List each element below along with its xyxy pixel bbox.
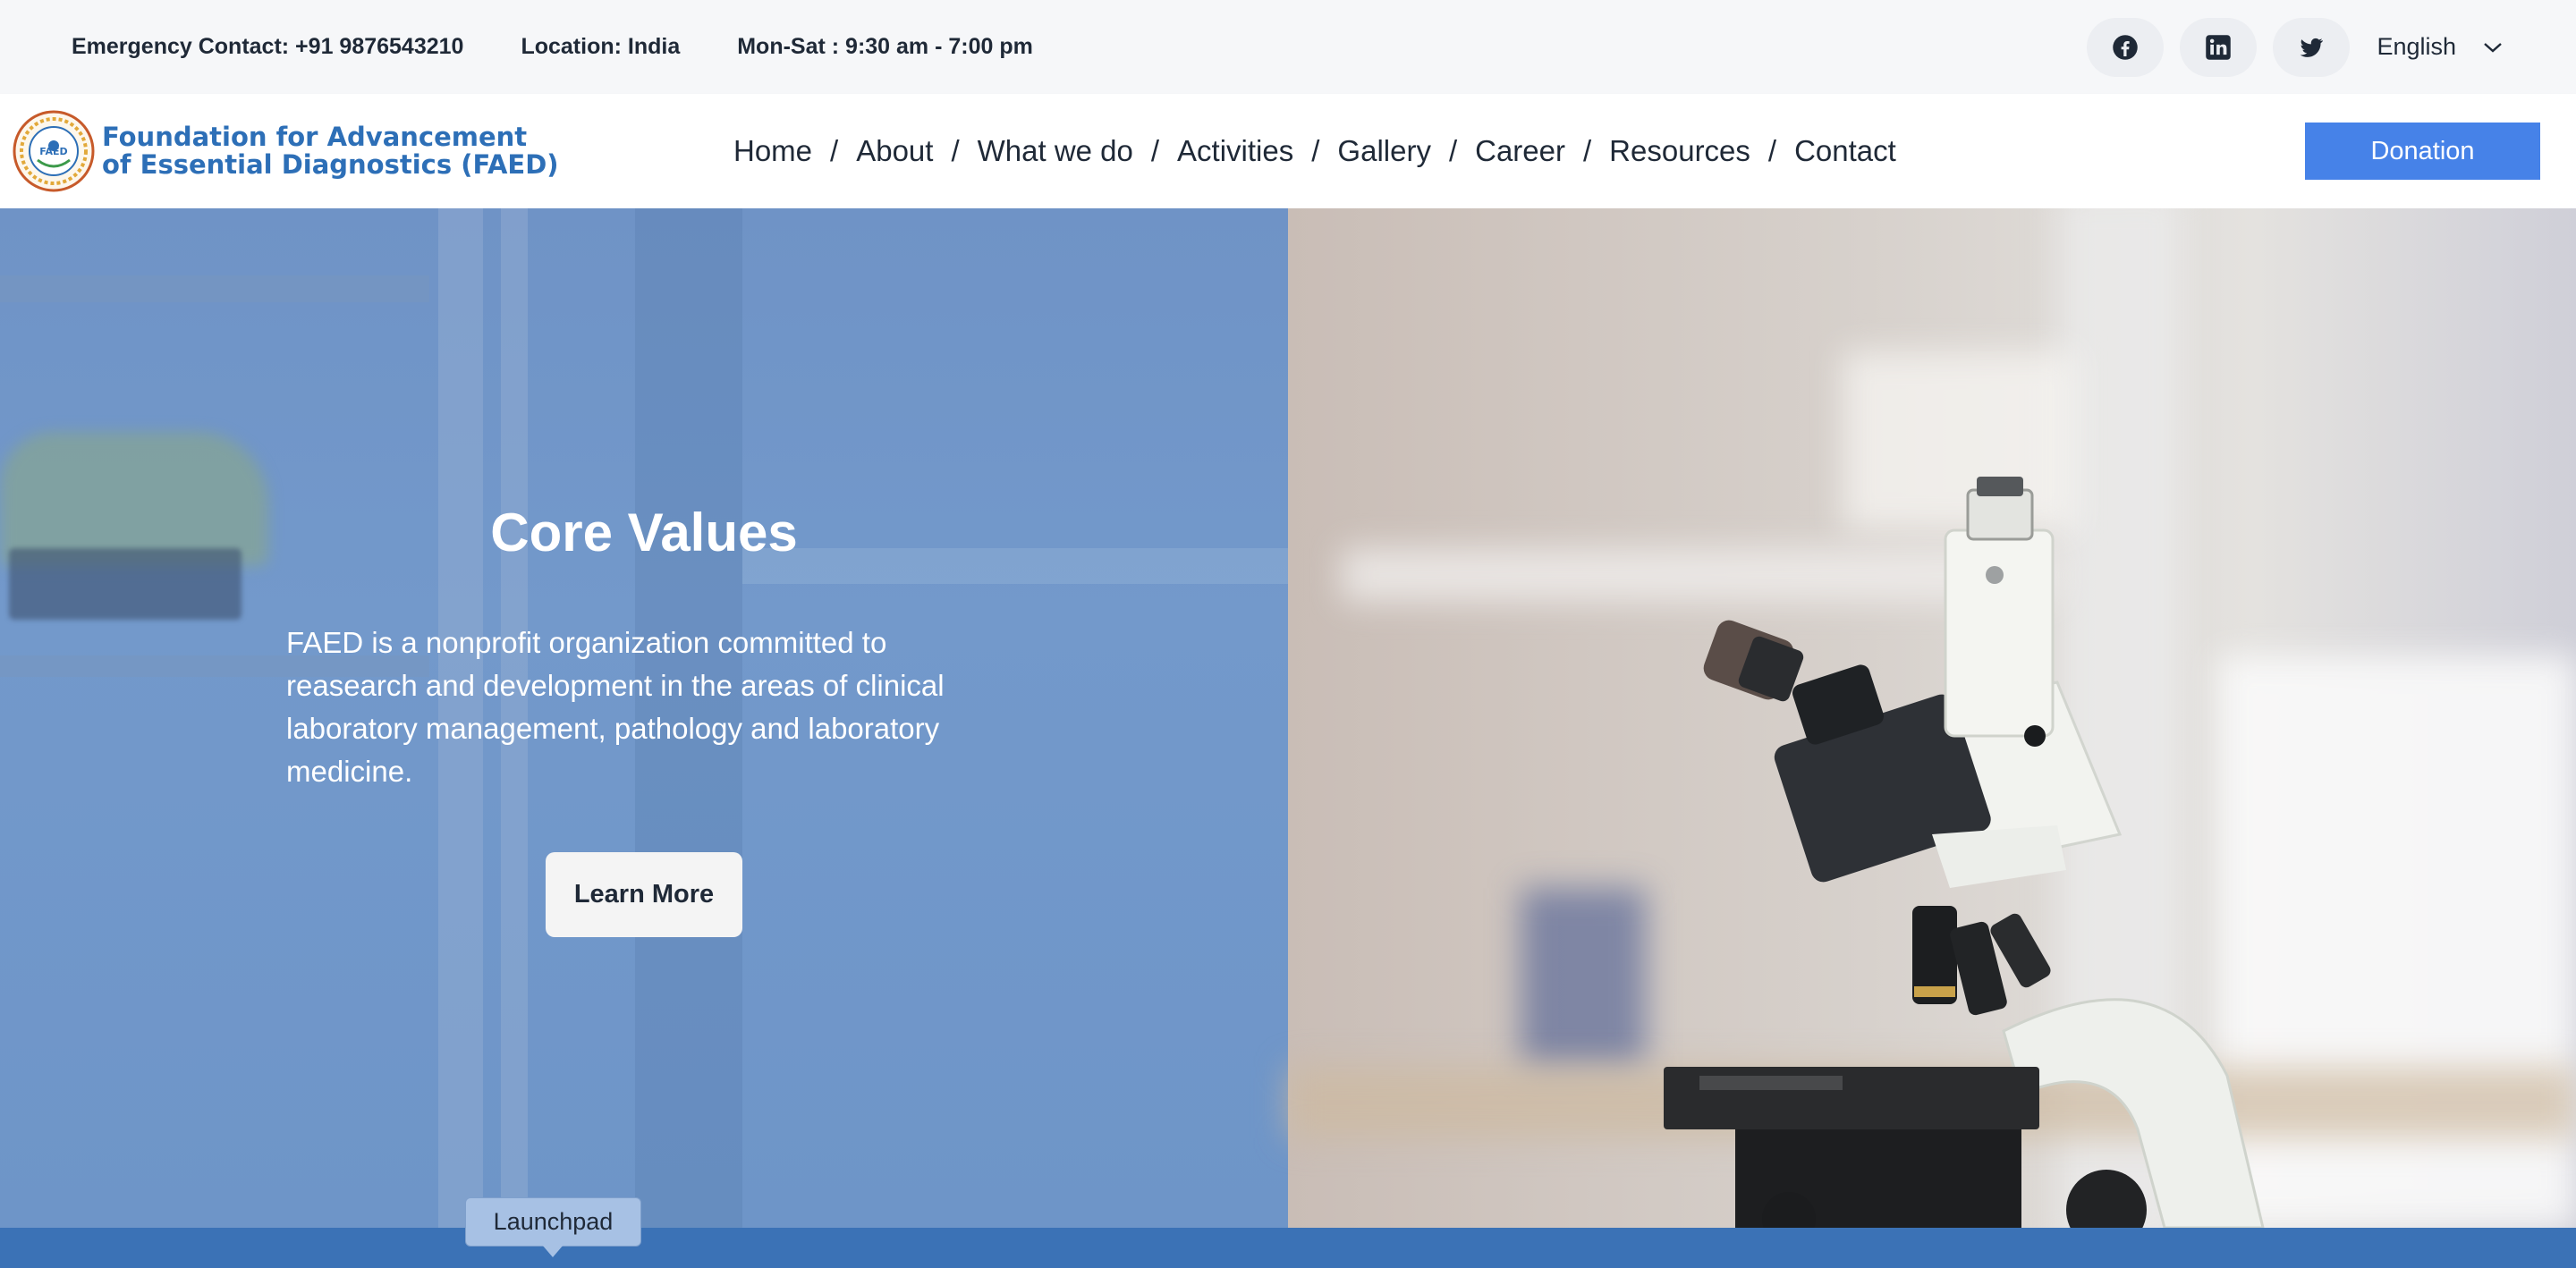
site-logo[interactable]: FAED Foundation for Advancement of Essen… (13, 110, 559, 192)
background-shelf (0, 275, 429, 302)
logo-text: Foundation for Advancement of Essential … (102, 123, 559, 179)
nav-separator: / (1150, 134, 1160, 167)
donation-button[interactable]: Donation (2305, 123, 2540, 180)
nav-gallery[interactable]: Gallery (1337, 134, 1431, 168)
nav-activities[interactable]: Activities (1177, 134, 1293, 168)
hero-title: Core Values (490, 503, 798, 562)
twitter-icon (2301, 38, 2324, 57)
tooltip-pointer (542, 1245, 564, 1257)
nav-home[interactable]: Home (733, 134, 812, 168)
learn-more-button[interactable]: Learn More (546, 852, 742, 937)
dock-bar (0, 1228, 2576, 1268)
hero-section: Core Values FAED is a nonprofit organiza… (0, 208, 2576, 1228)
logo-line-2: of Essential Diagnostics (FAED) (102, 149, 559, 180)
emergency-contact: Emergency Contact: +91 9876543210 (72, 34, 464, 59)
linkedin-icon (2206, 34, 2232, 60)
location: Location: India (521, 34, 681, 59)
faed-seal-icon: FAED (13, 110, 95, 192)
logo-line-1: Foundation for Advancement (102, 122, 528, 152)
nav-career[interactable]: Career (1475, 134, 1565, 168)
nav-separator: / (1767, 134, 1777, 167)
main-nav: Home / About / What we do / Activities /… (733, 94, 1896, 208)
office-hours: Mon-Sat : 9:30 am - 7:00 pm (737, 34, 1033, 59)
launchpad-tooltip: Launchpad (465, 1197, 641, 1247)
nav-separator: / (1448, 134, 1458, 167)
contact-info: Emergency Contact: +91 9876543210 Locati… (72, 34, 1090, 60)
linkedin-button[interactable] (2180, 17, 2258, 77)
nav-separator: / (830, 134, 839, 167)
hero-description: FAED is a nonprofit organization committ… (286, 626, 945, 788)
chevron-down-icon (2484, 42, 2502, 53)
nav-about[interactable]: About (856, 134, 933, 168)
seal-text: FAED (39, 146, 67, 157)
nav-resources[interactable]: Resources (1609, 134, 1750, 168)
nav-separator: / (1311, 134, 1320, 167)
nav-separator: / (951, 134, 960, 167)
facebook-icon (2113, 34, 2139, 60)
microscope-image (1664, 477, 2265, 1228)
language-label: English (2377, 33, 2456, 60)
language-select[interactable]: English (2377, 33, 2503, 61)
nav-separator: / (1583, 134, 1592, 167)
top-info-bar: Emergency Contact: +91 9876543210 Locati… (0, 0, 2576, 94)
site-header: FAED Foundation for Advancement of Essen… (0, 94, 2576, 208)
nav-what-we-do[interactable]: What we do (978, 134, 1133, 168)
twitter-button[interactable] (2273, 17, 2351, 77)
nav-contact[interactable]: Contact (1794, 134, 1896, 168)
facebook-button[interactable] (2087, 17, 2165, 77)
